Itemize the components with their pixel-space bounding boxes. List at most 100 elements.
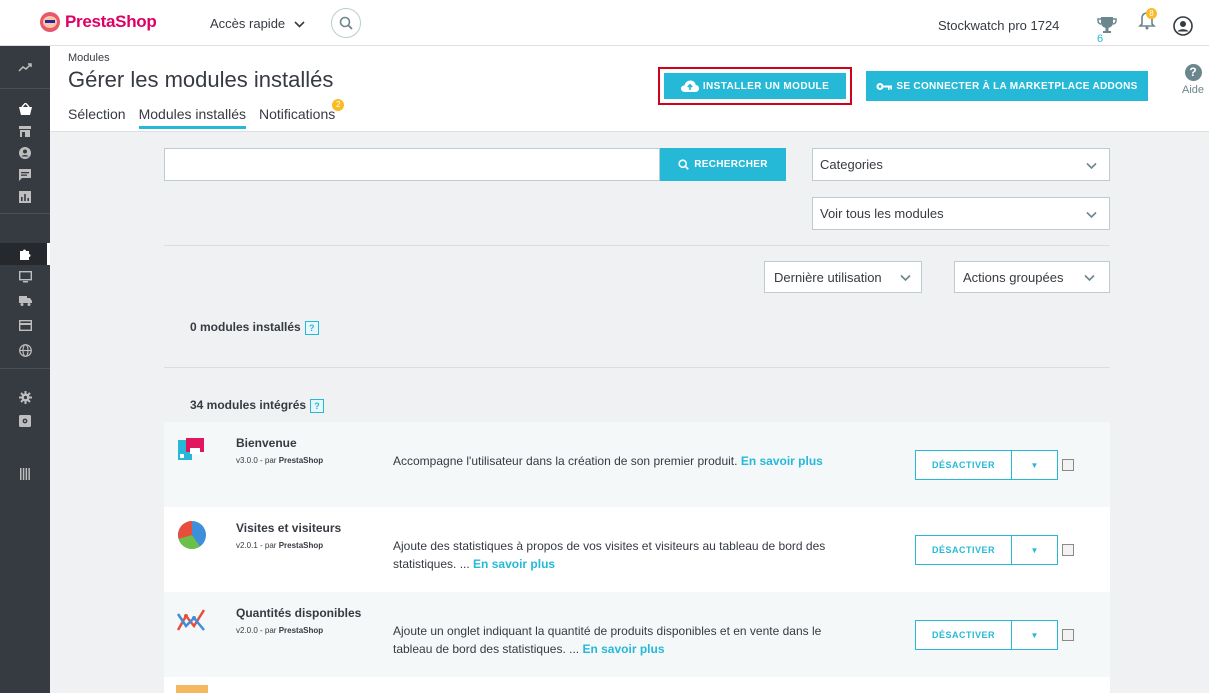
sidebar	[0, 46, 50, 693]
help-tooltip-icon[interactable]: ?	[310, 398, 325, 413]
actions-dropdown-button[interactable]: ▼	[1012, 620, 1058, 650]
module-checkbox[interactable]	[1062, 629, 1074, 641]
breadcrumb[interactable]: Modules	[68, 52, 110, 64]
sidebar-collapse-button[interactable]	[0, 463, 50, 485]
module-name[interactable]: Visites et visiteurs	[236, 521, 341, 535]
module-checkbox[interactable]	[1062, 459, 1074, 471]
caret-down-icon: ▼	[1030, 545, 1039, 555]
sort-select-value: Dernière utilisation	[774, 269, 882, 285]
module-row-partial	[164, 677, 1110, 693]
puzzle-icon	[19, 249, 30, 260]
learn-more-link[interactable]: En savoir plus	[741, 454, 823, 468]
help-icon: ?	[1184, 64, 1202, 81]
install-module-highlight: INSTALLER UN MODULE	[658, 67, 852, 105]
page-header: Modules Gérer les modules installés Séle…	[50, 46, 1209, 132]
sidebar-item-advanced[interactable]	[0, 410, 50, 432]
learn-more-link[interactable]: En savoir plus	[582, 642, 664, 656]
trophy-count: 6	[1097, 33, 1104, 45]
tab-installed-modules[interactable]: Modules installés	[138, 106, 246, 129]
install-module-button[interactable]: INSTALLER UN MODULE	[664, 73, 846, 99]
search-button[interactable]: RECHERCHER	[660, 148, 786, 181]
help-tooltip-icon[interactable]: ?	[304, 320, 319, 335]
module-meta: v2.0.1 - par PrestaShop	[236, 541, 323, 550]
module-meta: v2.0.0 - par PrestaShop	[236, 626, 323, 635]
module-description-text: Accompagne l'utilisateur dans la créatio…	[393, 454, 738, 468]
module-status-select-value: Voir tous les modules	[820, 206, 944, 221]
sidebar-item-modules[interactable]	[0, 243, 50, 265]
quick-access-menu[interactable]: Accès rapide	[210, 16, 305, 31]
notifications-badge: 2	[332, 99, 345, 111]
modules-content: RECHERCHER Categories Voir tous les modu…	[164, 132, 1112, 693]
sidebar-item-messages[interactable]	[0, 164, 50, 186]
chevron-down-icon	[900, 270, 911, 285]
actions-dropdown-button[interactable]: ▼	[1012, 535, 1058, 565]
disable-button[interactable]: DÉSACTIVER	[915, 450, 1012, 480]
key-icon	[876, 82, 893, 90]
trophy-icon[interactable]	[1097, 15, 1117, 35]
sidebar-item-shipping[interactable]	[0, 290, 50, 312]
module-status-select[interactable]: Voir tous les modules	[812, 197, 1110, 230]
tab-notifications[interactable]: Notifications 2	[259, 99, 345, 129]
line-chart-icon	[176, 609, 206, 631]
sidebar-item-stats[interactable]	[0, 186, 50, 208]
tab-installed-modules-label: Modules installés	[138, 106, 246, 122]
logo-text: PrestaShop	[65, 12, 157, 31]
install-module-label: INSTALLER UN MODULE	[702, 80, 830, 92]
module-version: v2.0.0 - par	[236, 626, 277, 635]
truck-icon	[18, 296, 32, 306]
user-avatar-icon[interactable]	[1173, 16, 1193, 36]
chevron-down-icon	[1084, 270, 1095, 285]
quick-access-label: Accès rapide	[210, 16, 286, 31]
sidebar-item-orders[interactable]	[0, 98, 50, 120]
cloud-upload-icon	[680, 80, 699, 92]
module-author: PrestaShop	[278, 541, 324, 550]
assessment-icon	[19, 191, 31, 203]
divider	[164, 245, 1110, 246]
divider	[164, 367, 1110, 368]
disable-button[interactable]: DÉSACTIVER	[915, 620, 1012, 650]
module-actions: DÉSACTIVER ▼	[915, 535, 1074, 565]
builtin-count-text: 34 modules intégrés	[190, 398, 307, 412]
notification-badge: 8	[1146, 8, 1157, 19]
collapse-bars-icon	[20, 468, 30, 480]
categories-select[interactable]: Categories	[812, 148, 1110, 181]
header-search-button[interactable]	[331, 8, 361, 38]
settings-applications-icon	[19, 415, 31, 427]
module-checkbox[interactable]	[1062, 544, 1074, 556]
module-name[interactable]: Quantités disponibles	[236, 606, 361, 620]
installed-count-text: 0 modules installés	[190, 320, 301, 334]
module-search-input[interactable]	[164, 148, 660, 181]
learn-more-link[interactable]: En savoir plus	[473, 557, 555, 571]
sidebar-item-catalog[interactable]	[0, 120, 50, 142]
sidebar-item-payment[interactable]	[0, 314, 50, 336]
help-label: Aide	[1181, 84, 1205, 96]
bulk-actions-select-value: Actions groupées	[963, 269, 1064, 285]
installed-count-heading: 0 modules installés?	[190, 320, 319, 335]
bulk-actions-select[interactable]: Actions groupées	[954, 261, 1110, 293]
sidebar-item-dashboard[interactable]	[0, 56, 50, 78]
module-description: Ajoute des statistiques à propos de vos …	[393, 537, 853, 573]
module-name[interactable]: Bienvenue	[236, 436, 297, 450]
caret-down-icon: ▼	[1030, 460, 1039, 470]
tab-selection[interactable]: Sélection	[68, 106, 126, 129]
help-button[interactable]: ? Aide	[1180, 64, 1206, 96]
store-icon	[19, 125, 31, 137]
module-description: Accompagne l'utilisateur dans la créatio…	[393, 452, 853, 470]
prestashop-logo[interactable]: PrestaShop	[40, 12, 157, 32]
chevron-down-icon	[294, 20, 305, 31]
sidebar-item-customers[interactable]	[0, 142, 50, 164]
sidebar-item-design[interactable]	[0, 266, 50, 288]
top-header: PrestaShop Accès rapide Stockwatch pro 1…	[0, 0, 1209, 46]
sort-select[interactable]: Dernière utilisation	[764, 261, 922, 293]
marketplace-connect-button[interactable]: SE CONNECTER À LA MARKETPLACE ADDONS	[866, 71, 1148, 101]
shop-name[interactable]: Stockwatch pro 1724	[938, 18, 1059, 33]
module-version: v2.0.1 - par	[236, 541, 277, 550]
disable-button[interactable]: DÉSACTIVER	[915, 535, 1012, 565]
sidebar-item-settings[interactable]	[0, 386, 50, 408]
basket-icon	[18, 103, 32, 115]
module-row: Bienvenue v3.0.0 - par PrestaShop Accomp…	[164, 422, 1110, 507]
actions-dropdown-button[interactable]: ▼	[1012, 450, 1058, 480]
chevron-down-icon	[1086, 206, 1097, 221]
module-author: PrestaShop	[278, 626, 324, 635]
sidebar-item-international[interactable]	[0, 339, 50, 361]
